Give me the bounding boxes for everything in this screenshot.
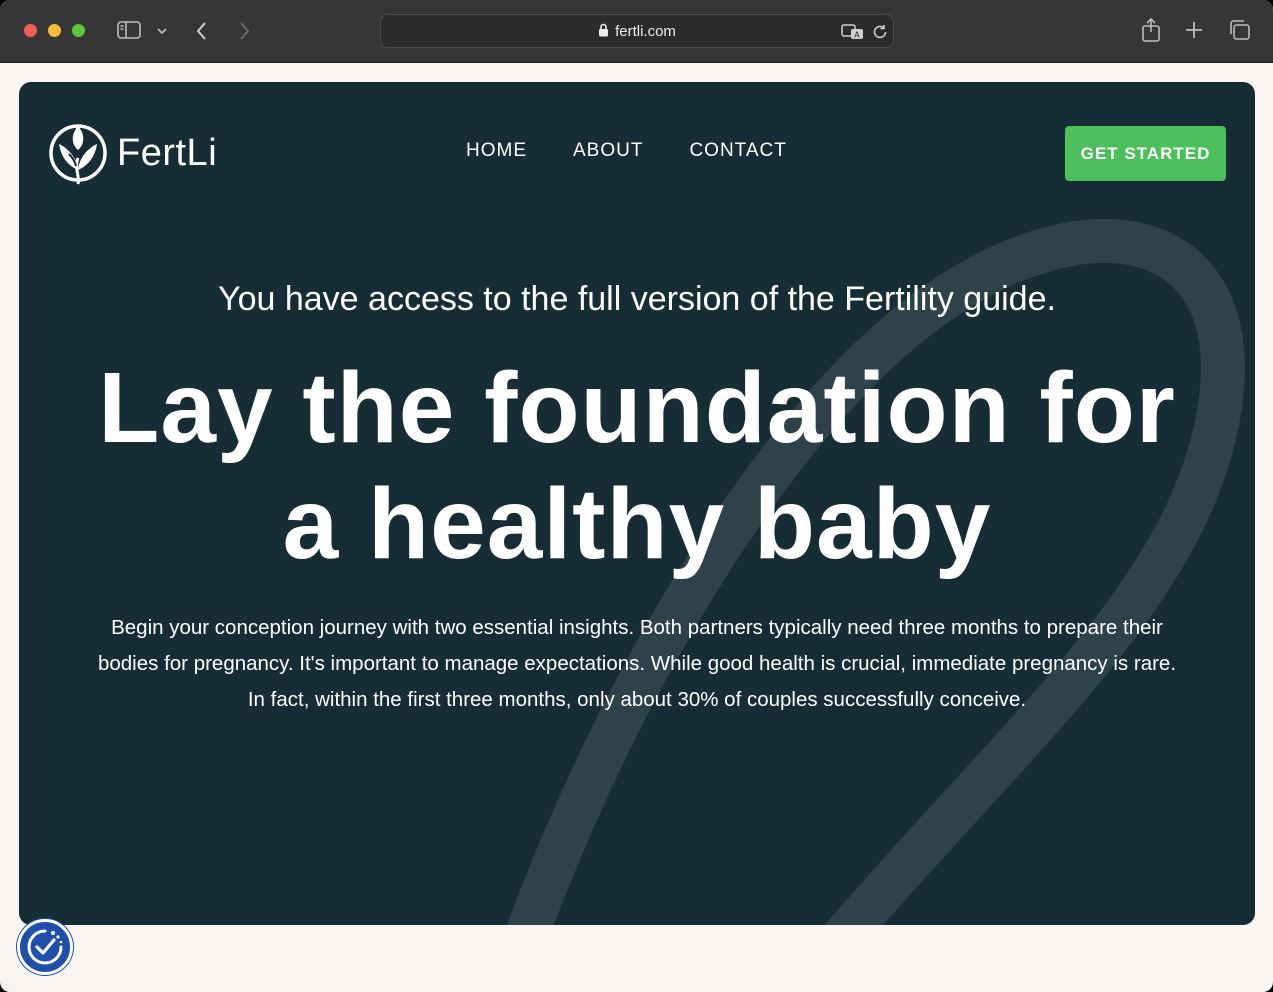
hero-headline: Lay the foundation for a healthy baby <box>19 350 1255 582</box>
tabs-overview-icon[interactable] <box>1228 19 1252 41</box>
reload-icon[interactable] <box>871 23 889 41</box>
hero-headline-line2: a healthy baby <box>282 468 992 580</box>
url-display[interactable]: fertli.com <box>381 23 893 40</box>
hero-section: FertLi HOME ABOUT CONTACT GET STARTED Yo… <box>19 82 1255 925</box>
address-bar[interactable]: fertli.com A <box>380 14 894 48</box>
hero-headline-line1: Lay the foundation for <box>98 352 1176 464</box>
browser-toolbar: fertli.com A <box>0 0 1273 63</box>
svg-text:A: A <box>854 31 860 40</box>
lock-icon <box>599 23 609 37</box>
forward-icon[interactable] <box>236 20 252 42</box>
get-started-button[interactable]: GET STARTED <box>1065 126 1226 181</box>
minimize-window-button[interactable] <box>48 24 61 37</box>
nav-contact[interactable]: CONTACT <box>689 140 786 162</box>
close-window-button[interactable] <box>24 24 37 37</box>
url-text: fertli.com <box>615 23 676 40</box>
logo-leaf-icon <box>49 124 107 185</box>
back-icon[interactable] <box>194 20 210 42</box>
translate-icon[interactable]: A <box>841 23 865 41</box>
hero-subheading: You have access to the full version of t… <box>218 280 1056 318</box>
logo-text: FertLi <box>117 131 218 174</box>
browser-window: fertli.com A FertLi HOME ABOUT CONTACT G… <box>0 0 1273 992</box>
nav-about[interactable]: ABOUT <box>573 140 643 162</box>
logo[interactable]: FertLi <box>47 118 217 188</box>
main-nav: HOME ABOUT CONTACT <box>466 140 787 162</box>
accessibility-icon <box>27 929 63 965</box>
share-icon[interactable] <box>1140 17 1162 43</box>
hero-description: Begin your conception journey with two e… <box>97 616 1177 711</box>
sidebar-icon[interactable] <box>117 20 141 40</box>
new-tab-icon[interactable] <box>1184 20 1204 40</box>
accessibility-button[interactable] <box>17 919 73 975</box>
chevron-down-icon[interactable] <box>156 26 168 36</box>
nav-home[interactable]: HOME <box>466 140 527 162</box>
zoom-window-button[interactable] <box>72 24 85 37</box>
